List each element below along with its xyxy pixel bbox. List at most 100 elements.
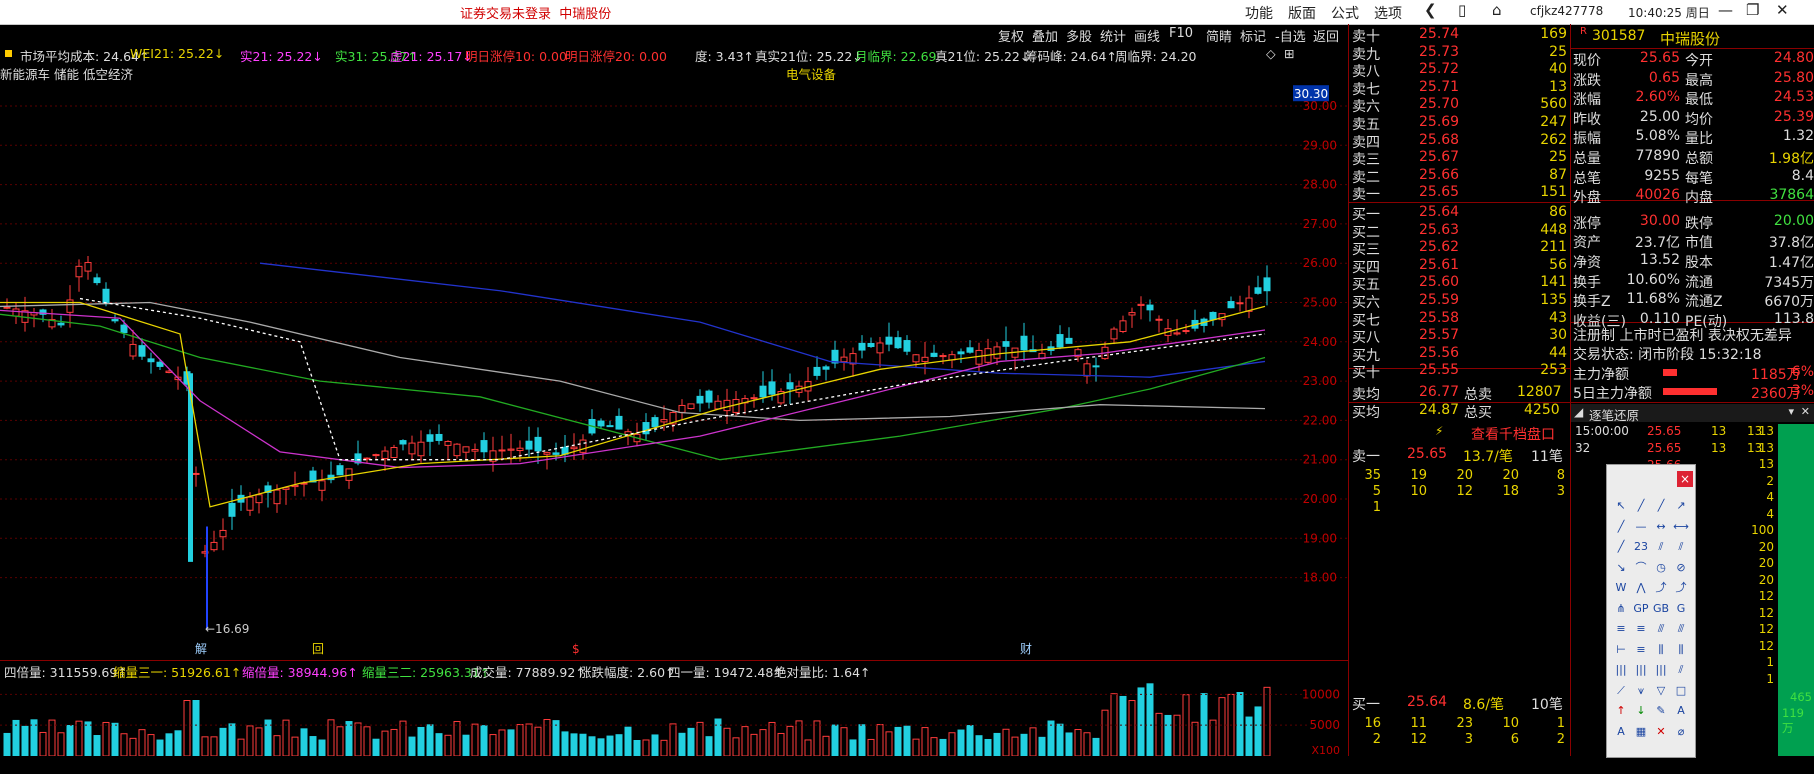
draw-tool-icon[interactable]: ≡ bbox=[1633, 622, 1649, 636]
user-account[interactable]: cfjkz427778 bbox=[1530, 4, 1603, 18]
orderbook-row[interactable]: 卖八 25.72 40 bbox=[1349, 61, 1569, 80]
draw-tool-icon[interactable]: ⩛ bbox=[1633, 684, 1649, 698]
orderbook-row[interactable]: 卖九 25.73 25 bbox=[1349, 44, 1569, 63]
draw-tool-icon[interactable]: ⌀ bbox=[1673, 725, 1689, 739]
draw-tool-icon[interactable]: ╱ bbox=[1613, 520, 1629, 534]
draw-tool-icon[interactable]: ⌒ bbox=[1633, 561, 1649, 575]
draw-tool-icon[interactable]: ⟋ bbox=[1613, 684, 1629, 698]
draw-tool-icon[interactable]: ||| bbox=[1613, 663, 1629, 677]
toolbar-back[interactable]: 返回 bbox=[1313, 26, 1339, 45]
draw-tool-icon[interactable]: ▦ bbox=[1633, 725, 1649, 739]
draw-tool-icon[interactable]: ⫻ bbox=[1653, 622, 1669, 636]
draw-tool-icon[interactable]: ◷ bbox=[1653, 561, 1669, 575]
draw-tool-icon[interactable]: 23 bbox=[1633, 540, 1649, 554]
draw-tool-icon[interactable]: A bbox=[1673, 704, 1689, 718]
orderbook-row[interactable]: 买十 25.55 253 bbox=[1349, 362, 1569, 381]
ticks-title[interactable]: 逐笔还原 bbox=[1589, 405, 1639, 424]
thousand-depth-button[interactable]: ⚡ 查看千档盘口 bbox=[1349, 424, 1569, 444]
draw-tool-icon[interactable]: W bbox=[1613, 581, 1629, 595]
draw-tool-icon[interactable]: ⤴ bbox=[1653, 581, 1669, 595]
orderbook-row[interactable]: 卖一 25.65 151 bbox=[1349, 184, 1569, 203]
candle-body bbox=[417, 441, 425, 457]
draw-tool-icon[interactable]: ⋀ bbox=[1633, 581, 1649, 595]
volume-bar bbox=[372, 738, 380, 756]
draw-tool-icon[interactable]: A bbox=[1613, 725, 1629, 739]
candlestick-chart[interactable]: 30.0029.0028.0027.0026.0025.0024.0023.00… bbox=[0, 80, 1349, 660]
draw-tool-icon[interactable]: G bbox=[1673, 602, 1689, 616]
toolbar-f10[interactable]: F10 bbox=[1169, 26, 1193, 41]
toolbar-stats[interactable]: 统计 bbox=[1100, 26, 1126, 45]
draw-tool-icon[interactable]: ⟷ bbox=[1673, 520, 1689, 534]
home-icon[interactable]: ⌂ bbox=[1492, 1, 1502, 19]
toolbar-fuquan[interactable]: 复权 bbox=[998, 26, 1024, 45]
draw-tool-icon[interactable]: ⋔ bbox=[1613, 602, 1629, 616]
panel-menu-icon[interactable]: ▾ bbox=[1788, 405, 1794, 418]
collapse-icon[interactable]: ◢ bbox=[1574, 405, 1583, 419]
orderbook-row[interactable]: 卖二 25.66 87 bbox=[1349, 167, 1569, 186]
orderbook-row[interactable]: 买一 25.64 86 bbox=[1349, 204, 1569, 223]
close-button[interactable]: ✕ bbox=[1776, 1, 1789, 19]
phone-icon[interactable]: ▯ bbox=[1458, 1, 1466, 19]
back-arrow-icon[interactable]: ❮ bbox=[1424, 1, 1437, 19]
toolbar-multi[interactable]: 多股 bbox=[1066, 26, 1092, 45]
orderbook-row[interactable]: 卖七 25.71 13 bbox=[1349, 79, 1569, 98]
orderbook-row[interactable]: 卖十 25.74 169 bbox=[1349, 26, 1569, 45]
draw-tool-icon[interactable]: ✎ bbox=[1653, 704, 1669, 718]
menu-layout[interactable]: 版面 bbox=[1288, 3, 1316, 23]
draw-tool-icon[interactable]: ↓ bbox=[1633, 704, 1649, 718]
menu-options[interactable]: 选项 bbox=[1374, 3, 1402, 23]
orderbook-row[interactable]: 买四 25.61 56 bbox=[1349, 257, 1569, 276]
orderbook-row[interactable]: 卖三 25.67 25 bbox=[1349, 149, 1569, 168]
orderbook-row[interactable]: 卖四 25.68 262 bbox=[1349, 132, 1569, 151]
orderbook-row[interactable]: 买七 25.58 43 bbox=[1349, 310, 1569, 329]
diamond-icon[interactable]: ◇ bbox=[1266, 46, 1276, 61]
toolbar-watchlist[interactable]: -自选 bbox=[1275, 26, 1306, 45]
draw-tool-icon[interactable]: ▽ bbox=[1653, 684, 1669, 698]
orderbook-row[interactable]: 卖五 25.69 247 bbox=[1349, 114, 1569, 133]
draw-tool-icon[interactable]: ⫼ bbox=[1653, 643, 1669, 657]
draw-tool-icon[interactable]: GB bbox=[1653, 602, 1669, 616]
draw-tool-icon[interactable]: ✕ bbox=[1653, 725, 1669, 739]
draw-tool-icon[interactable]: ↖ bbox=[1613, 499, 1629, 513]
toolbar-draw[interactable]: 画线 bbox=[1134, 26, 1160, 45]
draw-tool-icon[interactable]: ⫻ bbox=[1673, 622, 1689, 636]
orderbook-row[interactable]: 卖六 25.70 560 bbox=[1349, 96, 1569, 115]
tools-close-icon[interactable]: × bbox=[1677, 471, 1693, 487]
menu-formula[interactable]: 公式 bbox=[1331, 3, 1359, 23]
draw-tool-icon[interactable]: ≡ bbox=[1613, 622, 1629, 636]
draw-tool-icon[interactable]: ⫽ bbox=[1653, 540, 1669, 554]
draw-tool-icon[interactable]: ||| bbox=[1653, 663, 1669, 677]
panel-close-icon[interactable]: ✕ bbox=[1801, 405, 1810, 418]
draw-tool-icon[interactable]: ⤴ bbox=[1673, 581, 1689, 595]
draw-tool-icon[interactable]: ↗ bbox=[1673, 499, 1689, 513]
minimize-button[interactable]: — bbox=[1718, 1, 1733, 19]
draw-tool-icon[interactable]: GP bbox=[1633, 602, 1649, 616]
draw-tool-icon[interactable]: ⊘ bbox=[1673, 561, 1689, 575]
draw-tool-icon[interactable]: □ bbox=[1673, 684, 1689, 698]
draw-tool-icon[interactable]: ||| bbox=[1633, 663, 1649, 677]
draw-tool-icon[interactable]: ↑ bbox=[1613, 704, 1629, 718]
draw-tool-icon[interactable]: — bbox=[1633, 520, 1649, 534]
orderbook-row[interactable]: 买三 25.62 211 bbox=[1349, 239, 1569, 258]
toolbar-brief[interactable]: 简睛 bbox=[1206, 26, 1232, 45]
draw-tool-icon[interactable]: ⫼ bbox=[1673, 643, 1689, 657]
menu-functions[interactable]: 功能 bbox=[1245, 3, 1273, 23]
draw-tool-icon[interactable]: ↘ bbox=[1613, 561, 1629, 575]
draw-tool-icon[interactable]: ↔ bbox=[1653, 520, 1669, 534]
orderbook-row[interactable]: 买八 25.57 30 bbox=[1349, 327, 1569, 346]
draw-tool-icon[interactable]: ╱ bbox=[1633, 499, 1649, 513]
orderbook-row[interactable]: 买五 25.60 141 bbox=[1349, 274, 1569, 293]
draw-tool-icon[interactable]: ╱ bbox=[1613, 540, 1629, 554]
orderbook-row[interactable]: 买二 25.63 448 bbox=[1349, 222, 1569, 241]
expand-icon[interactable]: ⊞ bbox=[1284, 46, 1294, 61]
orderbook-row[interactable]: 买六 25.59 135 bbox=[1349, 292, 1569, 311]
draw-tool-icon[interactable]: ⫽ bbox=[1673, 663, 1689, 677]
restore-button[interactable]: ❐ bbox=[1746, 1, 1759, 19]
draw-tool-icon[interactable]: ⫽ bbox=[1673, 540, 1689, 554]
draw-tool-icon[interactable]: ≡ bbox=[1633, 643, 1649, 657]
draw-tool-icon[interactable]: ╱ bbox=[1653, 499, 1669, 513]
orderbook-row[interactable]: 买九 25.56 44 bbox=[1349, 345, 1569, 364]
draw-tool-icon[interactable]: ⊢ bbox=[1613, 643, 1629, 657]
toolbar-overlay[interactable]: 叠加 bbox=[1032, 26, 1058, 45]
toolbar-mark[interactable]: 标记 bbox=[1240, 26, 1266, 45]
